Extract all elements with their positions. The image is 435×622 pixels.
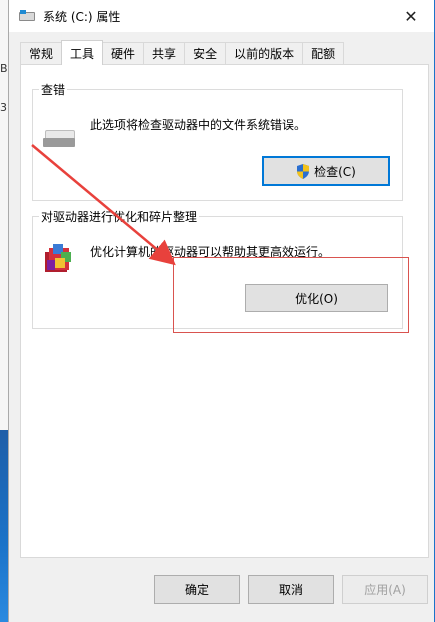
tab-quota[interactable]: 配额 — [302, 42, 345, 64]
title-bar: 系统 (C:) 属性 ✕ — [9, 0, 434, 32]
error-checking-group: 查错 此选项将检查驱动器中的文件系统错误。 检查(C) — [32, 81, 403, 201]
tab-tools[interactable]: 工具 — [61, 40, 104, 65]
tab-previous-versions[interactable]: 以前的版本 — [225, 42, 304, 64]
tab-hardware[interactable]: 硬件 — [102, 42, 145, 64]
drive-title-icon — [19, 10, 35, 22]
check-description: 此选项将检查驱动器中的文件系统错误。 — [90, 118, 307, 132]
check-button[interactable]: 检查(C) — [262, 156, 390, 186]
tab-sharing[interactable]: 共享 — [143, 42, 186, 64]
defrag-icon — [45, 244, 71, 272]
group-title: 查错 — [39, 81, 68, 98]
cancel-button[interactable]: 取消 — [248, 575, 334, 604]
tab-bar: 常规 工具 硬件 共享 安全 以前的版本 配额 — [20, 40, 345, 65]
drive-icon — [43, 130, 75, 148]
check-button-label: 检查(C) — [314, 164, 356, 179]
group-title: 对驱动器进行优化和碎片整理 — [39, 208, 200, 225]
tab-general[interactable]: 常规 — [20, 42, 63, 64]
tab-security[interactable]: 安全 — [184, 42, 227, 64]
annotation-highlight-box — [173, 257, 409, 333]
shield-icon — [297, 163, 310, 179]
apply-button[interactable]: 应用(A) — [342, 575, 428, 604]
window-title: 系统 (C:) 属性 — [43, 9, 121, 24]
ok-button[interactable]: 确定 — [154, 575, 240, 604]
close-icon: ✕ — [404, 6, 418, 26]
close-button[interactable]: ✕ — [388, 0, 434, 32]
